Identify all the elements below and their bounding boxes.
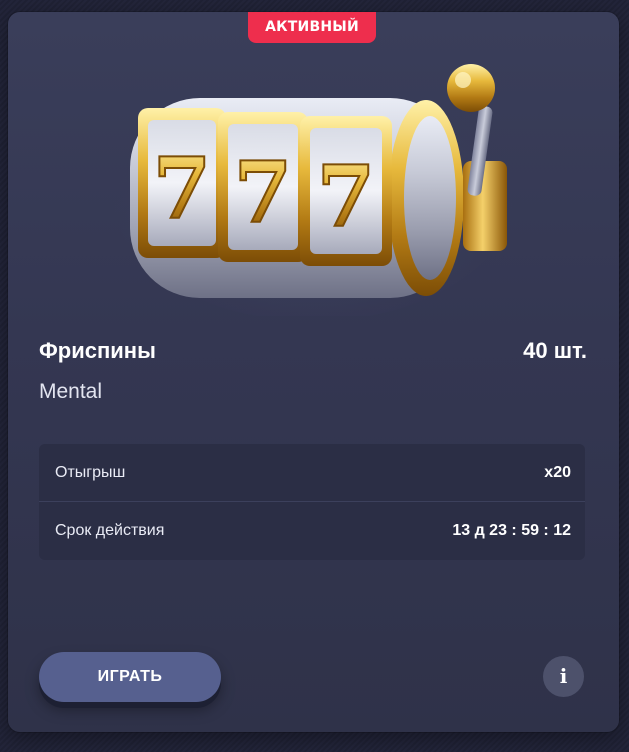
expiry-timer: 13 д 23 : 59 : 12 (452, 521, 571, 539)
svg-text:7: 7 (317, 147, 375, 246)
status-badge: АКТИВНЫЙ (248, 12, 376, 43)
slot-machine-777-icon: 7 7 7 (113, 64, 513, 316)
wager-value: x20 (544, 463, 571, 481)
svg-text:7: 7 (153, 139, 211, 238)
expiry-row: Срок действия 13 д 23 : 59 : 12 (39, 501, 585, 559)
wager-row: Отыгрыш x20 (39, 444, 585, 501)
game-name: Mental (39, 380, 103, 403)
bonus-card: АКТИВНЫЙ 7 7 7 Фриспины 40 шт. Mental От… (8, 12, 619, 732)
wager-label: Отыгрыш (55, 463, 126, 481)
svg-text:7: 7 (234, 143, 292, 242)
bonus-title: Фриспины (39, 338, 156, 363)
expiry-label: Срок действия (55, 521, 165, 539)
play-button[interactable]: ИГРАТЬ (39, 652, 221, 702)
info-icon[interactable]: i (543, 656, 584, 697)
bonus-quantity: 40 шт. (523, 338, 587, 363)
bonus-details-table: Отыгрыш x20 Срок действия 13 д 23 : 59 :… (39, 444, 585, 560)
